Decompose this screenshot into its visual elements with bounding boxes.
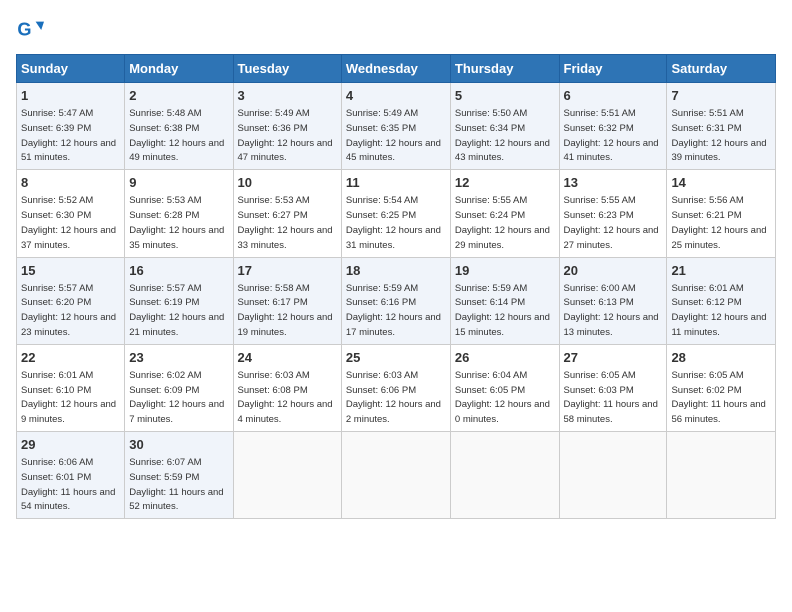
table-row: 13Sunrise: 5:55 AMSunset: 6:23 PMDayligh… xyxy=(559,170,667,257)
table-row: 20Sunrise: 6:00 AMSunset: 6:13 PMDayligh… xyxy=(559,257,667,344)
col-friday: Friday xyxy=(559,55,667,83)
col-monday: Monday xyxy=(125,55,233,83)
empty-cell xyxy=(667,432,776,519)
empty-cell xyxy=(559,432,667,519)
table-row: 23Sunrise: 6:02 AMSunset: 6:09 PMDayligh… xyxy=(125,344,233,431)
table-row: 14Sunrise: 5:56 AMSunset: 6:21 PMDayligh… xyxy=(667,170,776,257)
empty-cell xyxy=(233,432,341,519)
table-row: 2Sunrise: 5:48 AMSunset: 6:38 PMDaylight… xyxy=(125,83,233,170)
table-row: 28Sunrise: 6:05 AMSunset: 6:02 PMDayligh… xyxy=(667,344,776,431)
calendar-header-row: Sunday Monday Tuesday Wednesday Thursday… xyxy=(17,55,776,83)
col-saturday: Saturday xyxy=(667,55,776,83)
table-row: 12Sunrise: 5:55 AMSunset: 6:24 PMDayligh… xyxy=(450,170,559,257)
table-row: 1Sunrise: 5:47 AMSunset: 6:39 PMDaylight… xyxy=(17,83,125,170)
table-row: 29Sunrise: 6:06 AMSunset: 6:01 PMDayligh… xyxy=(17,432,125,519)
table-row: 18Sunrise: 5:59 AMSunset: 6:16 PMDayligh… xyxy=(341,257,450,344)
col-thursday: Thursday xyxy=(450,55,559,83)
table-row: 4Sunrise: 5:49 AMSunset: 6:35 PMDaylight… xyxy=(341,83,450,170)
calendar-week-row: 22Sunrise: 6:01 AMSunset: 6:10 PMDayligh… xyxy=(17,344,776,431)
table-row: 24Sunrise: 6:03 AMSunset: 6:08 PMDayligh… xyxy=(233,344,341,431)
table-row: 15Sunrise: 5:57 AMSunset: 6:20 PMDayligh… xyxy=(17,257,125,344)
calendar-week-row: 15Sunrise: 5:57 AMSunset: 6:20 PMDayligh… xyxy=(17,257,776,344)
header: G xyxy=(16,16,776,44)
table-row: 21Sunrise: 6:01 AMSunset: 6:12 PMDayligh… xyxy=(667,257,776,344)
empty-cell xyxy=(341,432,450,519)
calendar-week-row: 29Sunrise: 6:06 AMSunset: 6:01 PMDayligh… xyxy=(17,432,776,519)
empty-cell xyxy=(450,432,559,519)
table-row: 8Sunrise: 5:52 AMSunset: 6:30 PMDaylight… xyxy=(17,170,125,257)
table-row: 30Sunrise: 6:07 AMSunset: 5:59 PMDayligh… xyxy=(125,432,233,519)
table-row: 5Sunrise: 5:50 AMSunset: 6:34 PMDaylight… xyxy=(450,83,559,170)
calendar-table: Sunday Monday Tuesday Wednesday Thursday… xyxy=(16,54,776,519)
table-row: 17Sunrise: 5:58 AMSunset: 6:17 PMDayligh… xyxy=(233,257,341,344)
calendar-week-row: 8Sunrise: 5:52 AMSunset: 6:30 PMDaylight… xyxy=(17,170,776,257)
table-row: 19Sunrise: 5:59 AMSunset: 6:14 PMDayligh… xyxy=(450,257,559,344)
logo: G xyxy=(16,16,46,44)
table-row: 3Sunrise: 5:49 AMSunset: 6:36 PMDaylight… xyxy=(233,83,341,170)
table-row: 10Sunrise: 5:53 AMSunset: 6:27 PMDayligh… xyxy=(233,170,341,257)
table-row: 6Sunrise: 5:51 AMSunset: 6:32 PMDaylight… xyxy=(559,83,667,170)
logo-icon: G xyxy=(16,16,44,44)
table-row: 7Sunrise: 5:51 AMSunset: 6:31 PMDaylight… xyxy=(667,83,776,170)
svg-text:G: G xyxy=(17,20,31,40)
col-tuesday: Tuesday xyxy=(233,55,341,83)
table-row: 11Sunrise: 5:54 AMSunset: 6:25 PMDayligh… xyxy=(341,170,450,257)
table-row: 25Sunrise: 6:03 AMSunset: 6:06 PMDayligh… xyxy=(341,344,450,431)
col-sunday: Sunday xyxy=(17,55,125,83)
table-row: 22Sunrise: 6:01 AMSunset: 6:10 PMDayligh… xyxy=(17,344,125,431)
col-wednesday: Wednesday xyxy=(341,55,450,83)
table-row: 16Sunrise: 5:57 AMSunset: 6:19 PMDayligh… xyxy=(125,257,233,344)
calendar-week-row: 1Sunrise: 5:47 AMSunset: 6:39 PMDaylight… xyxy=(17,83,776,170)
table-row: 9Sunrise: 5:53 AMSunset: 6:28 PMDaylight… xyxy=(125,170,233,257)
table-row: 26Sunrise: 6:04 AMSunset: 6:05 PMDayligh… xyxy=(450,344,559,431)
table-row: 27Sunrise: 6:05 AMSunset: 6:03 PMDayligh… xyxy=(559,344,667,431)
